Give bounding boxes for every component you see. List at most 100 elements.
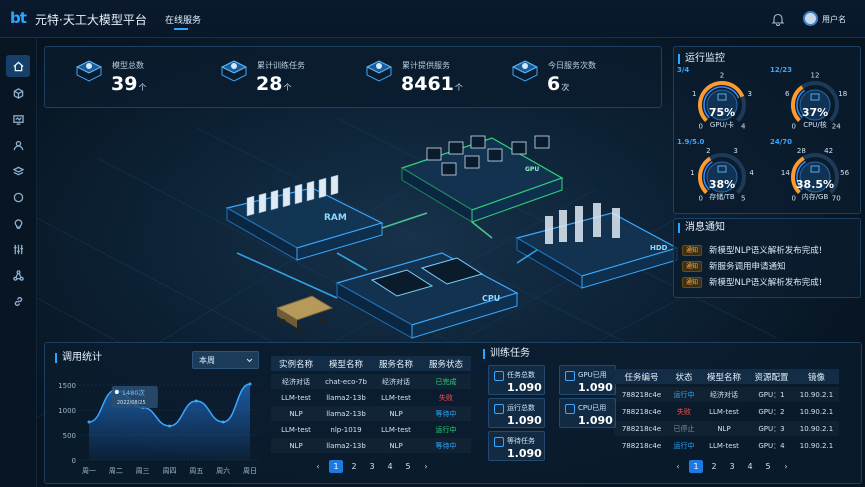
page-button[interactable]: 4: [381, 462, 399, 471]
table-cell: 788218c4e: [621, 407, 662, 416]
gauge-tick: 4: [749, 169, 754, 177]
table-cell: NLP: [389, 409, 403, 418]
table-row[interactable]: 788218c4e 运行中 经济对话 GPU：1 10.90.2.1: [614, 387, 839, 402]
stat-value: 28个: [256, 73, 291, 95]
table-row[interactable]: 788218c4e 运行中 LLM-test GPU：4 10.90.2.1: [614, 438, 839, 453]
gpu-module: [400, 135, 564, 223]
layers-icon: [12, 166, 24, 175]
card-value: 1.090: [507, 414, 542, 427]
table-cell: 10.90.2.1: [799, 424, 834, 433]
training-stat-card: GPU已用 1.090: [559, 365, 616, 395]
sidebar-item-home[interactable]: [6, 55, 30, 77]
sidebar-item-layers[interactable]: [6, 160, 30, 182]
table-row[interactable]: 788218c4e 已停止 NLP GPU：3 10.90.2.1: [614, 421, 839, 436]
table-row[interactable]: 788218c4e 失败 LLM-test GPU：2 10.90.2.1: [614, 404, 839, 419]
notice-item[interactable]: 通知 新模型NLP语义解析发布完成!: [682, 276, 822, 288]
table-cell: llama2-13b: [326, 393, 366, 402]
gauge-tick: 2: [720, 72, 724, 80]
page-button[interactable]: 1: [689, 460, 703, 473]
page-button[interactable]: 3: [723, 462, 741, 471]
table-row[interactable]: LLM-test llama2-13b LLM-test 失败: [271, 390, 471, 405]
page-button[interactable]: 5: [399, 462, 417, 471]
table-cell: 经济对话: [382, 377, 410, 386]
column-header: 模型名称: [706, 372, 741, 383]
table-row[interactable]: NLP llama2-13b NLP 等待中: [271, 438, 471, 453]
column-header: 状态: [675, 372, 693, 383]
table-row[interactable]: 经济对话 chat-eco-7b 经济对话 已完成: [271, 374, 471, 389]
table-cell: GPU：1: [758, 390, 785, 399]
gauge-tick: 6: [785, 90, 790, 98]
gauge-tick: 3: [733, 147, 737, 155]
sidebar-item-links[interactable]: [6, 290, 30, 312]
y-tick-label: 1000: [58, 407, 76, 415]
stat-number: 6: [547, 73, 561, 95]
stat-unit: 个: [138, 83, 147, 92]
table-cell: 失败: [677, 407, 691, 416]
x-tick-label: 周二: [109, 467, 123, 475]
page-button[interactable]: 5: [759, 462, 777, 471]
sidebar-item-settings[interactable]: [6, 238, 30, 260]
table-cell: 运行中: [435, 425, 457, 434]
sidebar-item-chat[interactable]: [6, 186, 30, 208]
gauge-tick: 18: [838, 90, 847, 98]
notice-badge: 通知: [682, 260, 703, 272]
page-button[interactable]: 1: [329, 460, 343, 473]
table-cell: 10.90.2.1: [799, 441, 834, 450]
table-cell: LLM-test: [281, 425, 311, 434]
stat-value: 39个: [111, 73, 146, 95]
table-row[interactable]: LLM-test nlp-1019 LLM-test 运行中: [271, 422, 471, 437]
next-page-button[interactable]: ›: [777, 462, 795, 471]
card-label: 运行总数: [507, 404, 535, 412]
page-button[interactable]: 3: [363, 462, 381, 471]
tab-online-service[interactable]: 在线服务: [165, 13, 201, 26]
x-tick-label: 周三: [136, 467, 150, 475]
gauge-tick: 28: [797, 147, 806, 155]
chevron-down-icon: [246, 358, 253, 363]
gauge-percent: 38%: [708, 178, 736, 191]
prev-page-button[interactable]: ‹: [309, 462, 327, 471]
column-header: 实例名称: [278, 359, 313, 370]
home-icon: [12, 61, 24, 71]
chat-icon: [13, 192, 23, 202]
page-button[interactable]: 2: [345, 462, 363, 471]
monitor-icon: [12, 114, 24, 125]
instances-table-header: 实例名称 模型名称 服务名称 服务状态: [271, 356, 471, 371]
sidebar-item-ideas[interactable]: [6, 212, 30, 234]
table-cell: 788218c4e: [621, 390, 662, 399]
notice-item[interactable]: 通知 新模型NLP语义解析发布完成!: [682, 244, 822, 256]
notice-item[interactable]: 通知 新服务调用申请通知: [682, 260, 786, 272]
page-button[interactable]: 4: [741, 462, 759, 471]
next-page-button[interactable]: ›: [417, 462, 435, 471]
prev-page-button[interactable]: ‹: [669, 462, 687, 471]
avatar[interactable]: [803, 11, 818, 26]
stat-number: 39: [111, 73, 138, 95]
sidebar-item-users[interactable]: [6, 134, 30, 156]
table-cell: 788218c4e: [621, 441, 662, 450]
username[interactable]: 用户名: [822, 14, 846, 25]
bell-icon[interactable]: [771, 12, 785, 26]
logo: bt: [10, 9, 27, 27]
ram-module: [225, 174, 384, 261]
table-cell: 经济对话: [282, 377, 310, 386]
y-tick-label: 500: [63, 432, 76, 440]
sidebar-item-network[interactable]: [6, 264, 30, 286]
app-title: 元特·天工大模型平台: [35, 13, 147, 27]
top-bar: bt 元特·天工大模型平台 在线服务 用户名: [0, 0, 865, 38]
period-select[interactable]: 本周: [192, 351, 259, 369]
column-header: 任务编号: [624, 372, 659, 383]
sidebar-item-monitor[interactable]: [6, 108, 30, 130]
table-cell: 已停止: [673, 424, 695, 433]
table-row[interactable]: NLP llama2-13b NLP 等待中: [271, 406, 471, 421]
data-point: [248, 382, 252, 386]
page-button[interactable]: 2: [705, 462, 723, 471]
table-cell: llama2-13b: [326, 441, 366, 450]
hdd-label: HDD: [650, 244, 668, 252]
column-header: 资源配置: [754, 372, 789, 383]
gauge-tick: 3: [747, 90, 751, 98]
table-cell: GPU：3: [758, 424, 785, 433]
training-stat-card: 等待任务 1.090: [488, 431, 545, 461]
sidebar-item-models[interactable]: [6, 82, 30, 104]
stat-label: 模型总数: [112, 61, 144, 70]
gauge-unit: 存储/TB: [709, 193, 735, 201]
notice-text: 新模型NLP语义解析发布完成!: [709, 246, 823, 256]
